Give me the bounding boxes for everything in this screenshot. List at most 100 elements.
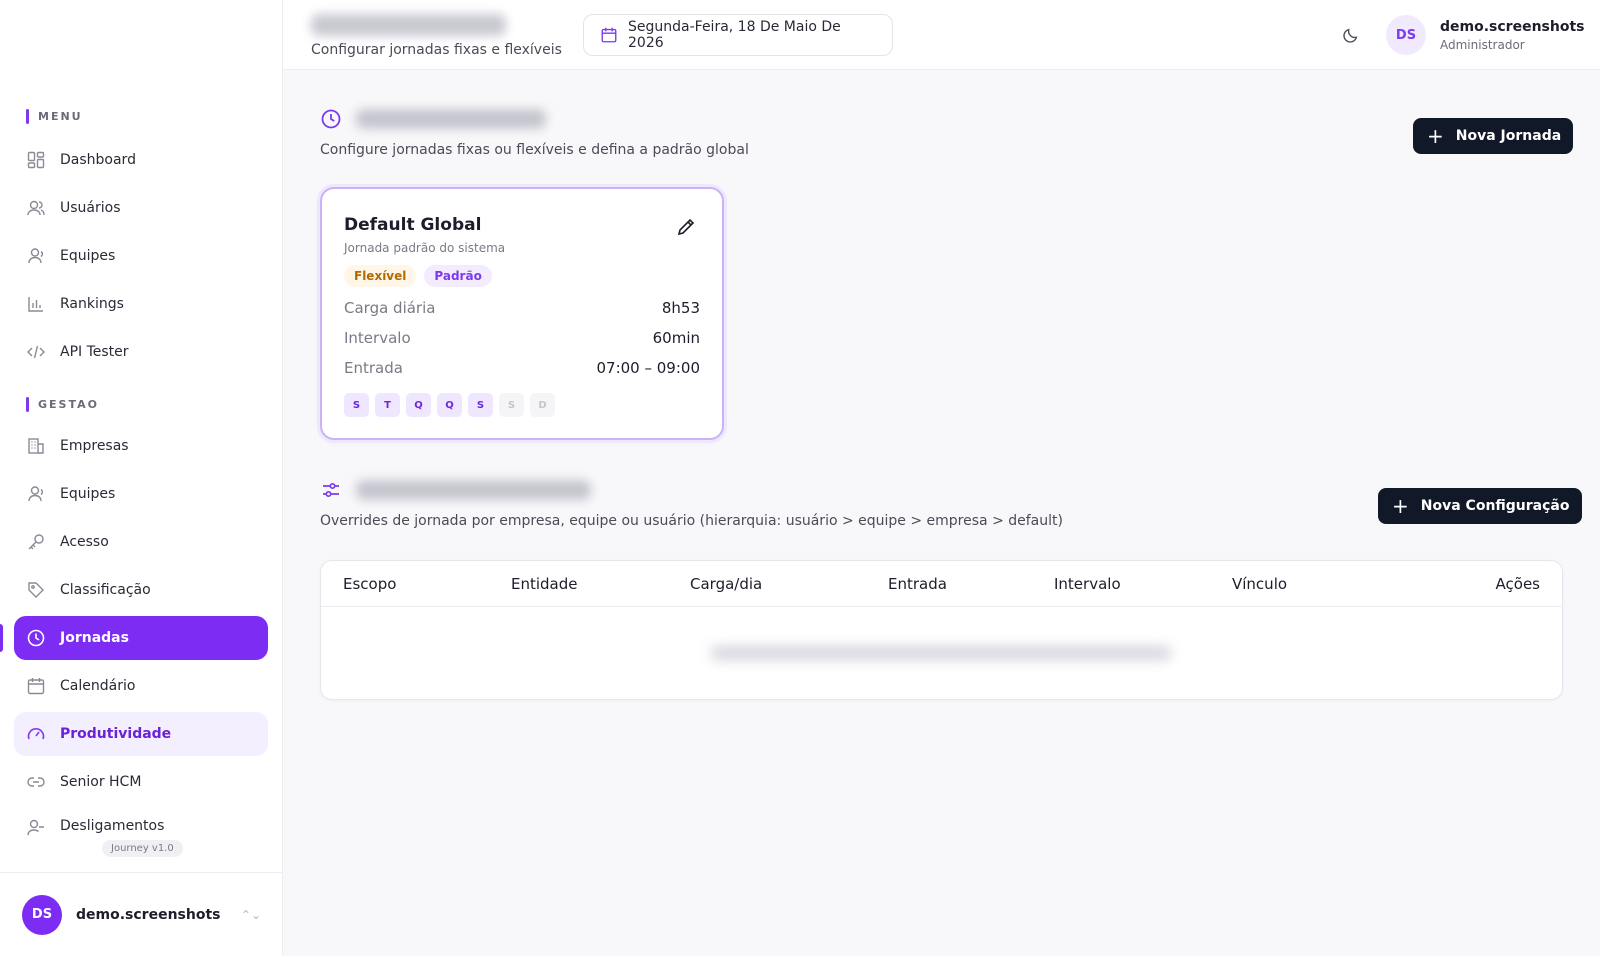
row-label: Intervalo bbox=[344, 329, 411, 347]
new-jornada-button[interactable]: + Nova Jornada bbox=[1413, 118, 1574, 154]
column-header-escopo[interactable]: Escopo bbox=[343, 575, 511, 593]
row-value: 07:00 – 09:00 bbox=[596, 359, 701, 377]
building-icon bbox=[26, 436, 46, 456]
sidebar-logo-area bbox=[0, 0, 282, 90]
chevron-updown-icon[interactable]: ⌃⌄ bbox=[241, 908, 261, 922]
main-content: Configure jornadas fixas ou flexíveis e … bbox=[283, 70, 1600, 956]
sidebar-item-label: Usuários bbox=[60, 200, 121, 216]
date-text: Segunda-Feira, 18 De Maio De 2026 bbox=[628, 19, 841, 51]
sidebar-item-label: Classificação bbox=[60, 582, 151, 598]
weekday-chip: Q bbox=[437, 393, 462, 417]
sidebar-item-dashboard[interactable]: Dashboard bbox=[14, 138, 268, 182]
jornada-card[interactable]: Default Global Jornada padrão do sistema… bbox=[320, 187, 724, 440]
sidebar-item-classificacao[interactable]: Classificação bbox=[14, 568, 268, 612]
sidebar-item-usuarios[interactable]: Usuários bbox=[14, 186, 268, 230]
weekday-chip: T bbox=[375, 393, 400, 417]
config-table: Escopo Entidade Carga/dia Entrada Interv… bbox=[320, 560, 1563, 700]
users-icon bbox=[26, 198, 46, 218]
sidebar-item-api-tester[interactable]: API Tester bbox=[14, 330, 268, 374]
pencil-icon[interactable] bbox=[676, 217, 696, 237]
user-name: demo.screenshots bbox=[1440, 18, 1585, 35]
column-header-vinculo[interactable]: Vínculo bbox=[1232, 575, 1432, 593]
code-icon bbox=[26, 342, 46, 362]
column-header-intervalo[interactable]: Intervalo bbox=[1054, 575, 1232, 593]
sidebar-item-label: Jornadas bbox=[60, 630, 129, 646]
avatar: DS bbox=[22, 894, 62, 935]
clock-icon bbox=[26, 628, 46, 648]
weekday-chip: D bbox=[530, 393, 555, 417]
header-user-info: demo.screenshots Administrador bbox=[1440, 19, 1584, 52]
sidebar-item-rankings[interactable]: Rankings bbox=[14, 282, 268, 326]
config-section-header: Overrides de jornada por empresa, equipe… bbox=[320, 479, 1063, 529]
card-row-carga: Carga diária 8h53 bbox=[344, 299, 700, 317]
bar-chart-icon bbox=[26, 294, 46, 314]
column-header-entidade[interactable]: Entidade bbox=[511, 575, 690, 593]
jornadas-section-header: Configure jornadas fixas ou flexíveis e … bbox=[320, 108, 749, 158]
default-badge: Padrão bbox=[424, 265, 492, 287]
sidebar-item-jornadas[interactable]: Jornadas bbox=[0, 616, 268, 660]
card-subtitle: Jornada padrão do sistema bbox=[344, 241, 506, 255]
weekday-list: S T Q Q S S D bbox=[344, 393, 700, 417]
weekday-chip: S bbox=[468, 393, 493, 417]
sidebar-item-equipes[interactable]: Equipes bbox=[14, 234, 268, 278]
sidebar-item-label: Produtividade bbox=[60, 726, 172, 742]
sidebar-item-empresas[interactable]: Empresas bbox=[14, 424, 268, 468]
key-icon bbox=[26, 532, 46, 552]
clock-icon bbox=[320, 108, 342, 130]
sidebar-item-calendario[interactable]: Calendário bbox=[14, 664, 268, 708]
sidebar-item-label: Calendário bbox=[60, 678, 136, 694]
badge-group: Flexível Padrão bbox=[344, 265, 700, 287]
weekday-chip: S bbox=[499, 393, 524, 417]
sidebar-item-produtividade[interactable]: Produtividade bbox=[14, 712, 268, 756]
sidebar-section-gestao: GESTAO bbox=[26, 394, 282, 414]
team-icon bbox=[26, 484, 46, 504]
sidebar-item-senior-hcm[interactable]: Senior HCM bbox=[14, 760, 268, 804]
section-accent-bar bbox=[26, 396, 29, 412]
sidebar-item-label: Rankings bbox=[60, 296, 124, 312]
row-value: 8h53 bbox=[661, 299, 700, 317]
sidebar-item-label: Acesso bbox=[60, 534, 109, 550]
sidebar-item-label: Equipes bbox=[60, 486, 116, 502]
section-title-redacted bbox=[356, 480, 591, 500]
table-header: Escopo Entidade Carga/dia Entrada Interv… bbox=[321, 561, 1562, 607]
version-badge: Journey v1.0 bbox=[102, 840, 183, 857]
theme-toggle-moon-icon[interactable] bbox=[1338, 22, 1364, 48]
page-title-redacted bbox=[311, 14, 506, 36]
weekday-chip: S bbox=[344, 393, 369, 417]
sidebar-user-menu[interactable]: DS demo.screenshots ⌃⌄ bbox=[0, 872, 283, 956]
sidebar-item-label: Dashboard bbox=[60, 152, 136, 168]
button-label: Nova Jornada bbox=[1455, 128, 1562, 144]
team-icon bbox=[26, 246, 46, 266]
header-user-menu[interactable]: DS demo.screenshots Administrador bbox=[1386, 15, 1584, 55]
sidebar-item-label: Desligamentos bbox=[60, 818, 165, 834]
section-label: GESTAO bbox=[38, 397, 99, 411]
sidebar-item-label: API Tester bbox=[60, 344, 129, 360]
plus-icon: + bbox=[1392, 494, 1409, 518]
section-description: Overrides de jornada por empresa, equipe… bbox=[320, 513, 1063, 529]
sidebar-item-label: Empresas bbox=[60, 438, 129, 454]
calendar-icon bbox=[600, 26, 618, 44]
user-minus-icon bbox=[26, 818, 46, 838]
row-label: Entrada bbox=[344, 359, 403, 377]
card-row-intervalo: Intervalo 60min bbox=[344, 329, 700, 347]
card-row-entrada: Entrada 07:00 – 09:00 bbox=[344, 359, 700, 377]
user-name: demo.screenshots bbox=[76, 906, 221, 923]
section-description: Configure jornadas fixas ou flexíveis e … bbox=[320, 142, 749, 158]
sidebar-item-acesso[interactable]: Acesso bbox=[14, 520, 268, 564]
date-display: Segunda-Feira, 18 De Maio De 2026 bbox=[583, 14, 893, 56]
sidebar: MENU Dashboard Usuários Equipes Rankings… bbox=[0, 0, 283, 956]
sliders-icon bbox=[320, 479, 342, 501]
sidebar-item-equipes-gestao[interactable]: Equipes bbox=[14, 472, 268, 516]
sidebar-item-desligamentos[interactable]: Desligamentos bbox=[14, 808, 268, 838]
gauge-icon bbox=[26, 724, 46, 744]
sidebar-item-label: Senior HCM bbox=[60, 774, 142, 790]
section-label: MENU bbox=[38, 109, 83, 123]
plus-icon: + bbox=[1427, 124, 1444, 148]
tag-icon bbox=[26, 580, 46, 600]
card-title: Default Global bbox=[344, 215, 482, 235]
section-accent-bar bbox=[26, 108, 29, 124]
column-header-entrada[interactable]: Entrada bbox=[888, 575, 1054, 593]
empty-state-redacted bbox=[711, 646, 1171, 660]
new-configuration-button[interactable]: + Nova Configuração bbox=[1378, 488, 1582, 524]
column-header-carga[interactable]: Carga/dia bbox=[690, 575, 888, 593]
